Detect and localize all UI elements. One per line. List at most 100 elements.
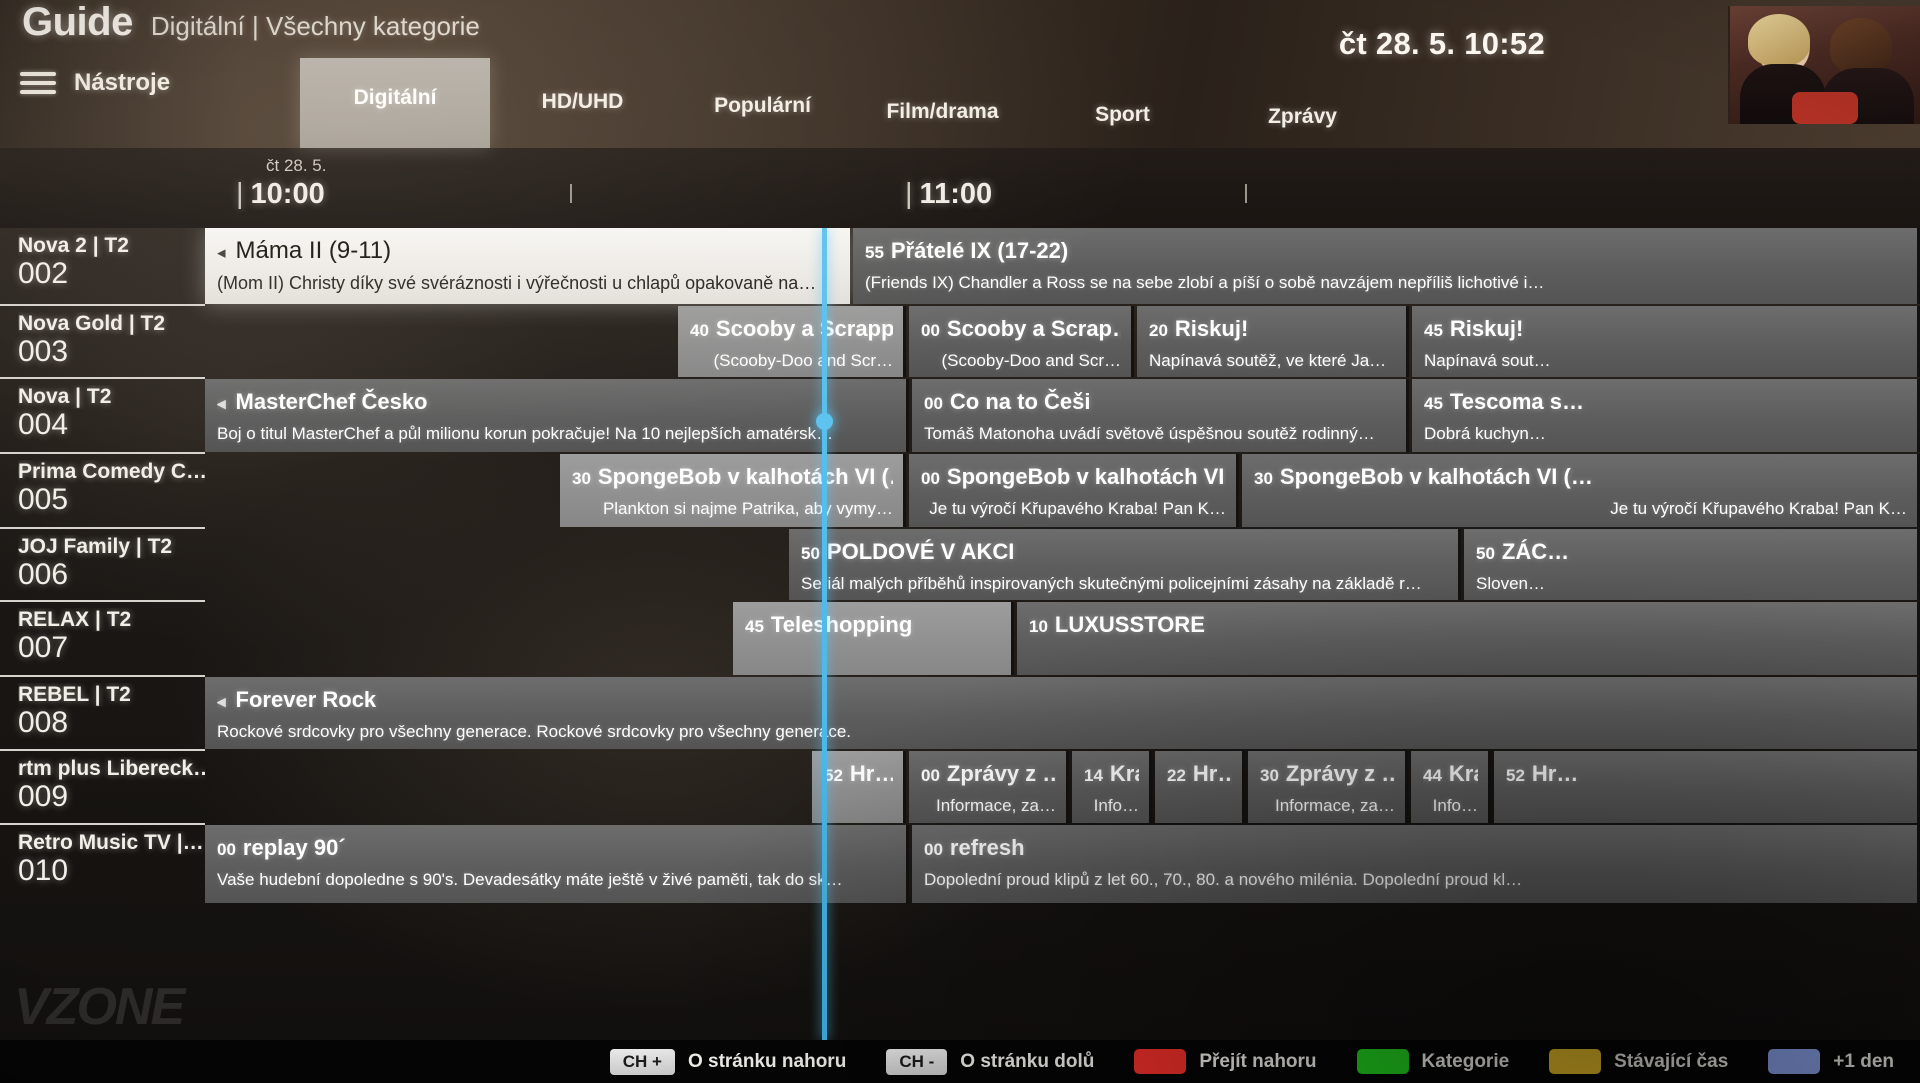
program-description: (Mom II) Christy díky své svéráznosti i … <box>217 273 817 293</box>
program-title-line: 30 Zprávy z … <box>1260 760 1395 789</box>
remote-key-badge: CH - <box>886 1048 948 1075</box>
program-cell[interactable]: ◂ Máma II (9-11) (Mom II) Christy díky své… <box>205 228 850 304</box>
program-cell[interactable]: 00 Co na to Češi Tomáš Matonoha uvádí svět… <box>912 379 1409 452</box>
program-start-minutes: 45 <box>745 617 764 636</box>
footer-action[interactable]: CH - O stránku dolů <box>886 1048 1094 1075</box>
tab-film-drama[interactable]: Film/drama <box>850 58 1035 148</box>
program-grid: ◂ Máma II (9-11) (Mom II) Christy díky své… <box>205 228 1920 1040</box>
program-title-line: 45 Teleshopping <box>745 611 1001 640</box>
current-time-marker-dot <box>816 413 833 430</box>
footer-action[interactable]: Přejít nahoru <box>1134 1049 1317 1074</box>
channel-row[interactable]: Prima Comedy C… 005 <box>0 454 205 529</box>
channel-row[interactable]: RELAX | T2 007 <box>0 602 205 677</box>
tab-popularni[interactable]: Populární <box>675 58 850 148</box>
program-title-line: 00 replay 90´ <box>217 834 896 863</box>
tab-sport[interactable]: Sport <box>1035 58 1210 148</box>
channel-row[interactable]: rtm plus Libereck… 009 <box>0 751 205 825</box>
program-cell[interactable]: 44 Kra… Info… <box>1411 751 1491 823</box>
program-cell[interactable]: 45 Riskuj! Napínavá sout… <box>1412 306 1920 377</box>
footer-action[interactable]: CH + O stránku nahoru <box>609 1048 846 1075</box>
program-cell[interactable]: 45 Tescoma s… Dobrá kuchyn… <box>1412 379 1920 452</box>
footer-action-label: Stávající čas <box>1614 1050 1729 1072</box>
pip-person-left <box>1748 14 1810 66</box>
tab-label: Sport <box>1095 103 1150 126</box>
program-title-line: 20 Riskuj! <box>1149 315 1396 344</box>
program-title-line: ◂ MasterChef Česko <box>217 388 896 417</box>
program-cell[interactable]: 52 Hr… <box>1494 751 1920 823</box>
footer-action[interactable]: Stávající čas <box>1549 1049 1728 1074</box>
tab-hd-uhd[interactable]: HD/UHD <box>490 58 675 148</box>
program-description: Napínavá soutěž, ve které Ja… <box>1149 351 1387 370</box>
program-start-minutes: 00 <box>924 394 943 413</box>
program-cell[interactable]: ◂ MasterChef Česko Boj o titul MasterChef … <box>205 379 909 452</box>
channel-row[interactable]: Nova | T2 004 <box>0 379 205 454</box>
program-cell[interactable]: 00 refresh Dopolední proud klipů z let 60.… <box>912 825 1920 903</box>
tab-digitalni[interactable]: Digitální <box>300 58 490 148</box>
channel-row[interactable]: Retro Music TV |… 010 <box>0 825 205 905</box>
channel-number: 004 <box>18 408 69 441</box>
program-cell[interactable]: 55 Přátelé IX (17-22) (Friends IX) Chandle… <box>853 228 1920 304</box>
tools-button[interactable]: Nástroje <box>20 60 170 106</box>
program-title: Kra… <box>1109 761 1139 786</box>
tab-zpravy[interactable]: Zprávy <box>1210 58 1395 148</box>
program-title-line: 52 Hr… <box>1506 760 1907 789</box>
program-cell[interactable]: 30 Zprávy z … Informace, za… <box>1248 751 1408 823</box>
footer-action[interactable]: Kategorie <box>1356 1049 1509 1074</box>
footer-action[interactable]: +1 den <box>1768 1049 1894 1074</box>
time-slot-label: 11:00 <box>919 178 993 210</box>
program-cell[interactable]: 00 SpongeBob v kalhotách VI (… Je tu výroč… <box>909 454 1239 527</box>
program-title: Hr… <box>1531 761 1579 786</box>
program-cell[interactable]: 40 Scooby a Scrapp… (Scooby-Doo and Scr… <box>678 306 906 377</box>
program-start-minutes: 00 <box>921 321 940 340</box>
program-start-minutes: 30 <box>1254 469 1273 488</box>
program-cell[interactable]: 14 Kra… Info… <box>1072 751 1152 823</box>
program-description: Info… <box>1432 796 1478 815</box>
program-title-line: ◂ Forever Rock <box>217 686 1907 715</box>
program-cell[interactable]: 30 SpongeBob v kalhotách VI (… Plankton si… <box>560 454 906 527</box>
program-cell[interactable]: 20 Riskuj! Napínavá soutěž, ve které Ja… <box>1137 306 1409 377</box>
tab-label: Digitální <box>353 86 437 109</box>
channel-number: 007 <box>18 631 69 664</box>
picture-in-picture-preview[interactable] <box>1728 6 1920 124</box>
continues-left-icon: ◂ <box>217 394 226 413</box>
continues-left-icon: ◂ <box>217 243 226 262</box>
channel-row[interactable]: JOJ Family | T2 006 <box>0 529 205 602</box>
channel-name: rtm plus Libereck… <box>18 757 205 780</box>
program-row: 52Hr… 00Zprávy z …Informace, za…14Kra…Inf… <box>205 751 1920 825</box>
time-tick <box>1245 184 1247 203</box>
channel-number: 003 <box>18 335 69 368</box>
channel-row[interactable]: REBEL | T2 008 <box>0 677 205 751</box>
program-description: Sloven… <box>1476 574 1545 593</box>
category-tabs: Digitální HD/UHD Populární Film/drama Sp… <box>300 58 1395 148</box>
current-time-line <box>822 228 827 1040</box>
program-start-minutes: 00 <box>924 840 943 859</box>
hamburger-menu-icon <box>20 72 56 94</box>
program-title: Co na to Češi <box>949 389 1091 414</box>
program-title-line: 50 ZÁC… <box>1476 538 1907 567</box>
channel-row[interactable]: Nova Gold | T2 003 <box>0 306 205 379</box>
program-cell[interactable]: 00 Scooby a Scrap… (Scooby-Doo and Scr… <box>909 306 1134 377</box>
program-cell[interactable]: 22 Hr… <box>1155 751 1245 823</box>
channel-row[interactable]: Nova 2 | T2 002 <box>0 228 205 306</box>
remote-key-badge: CH + <box>609 1048 675 1075</box>
footer-action-label: +1 den <box>1833 1050 1894 1072</box>
program-description: Je tu výročí Křupavého Kraba! Pan K… <box>929 499 1226 518</box>
program-start-minutes: 44 <box>1423 766 1442 785</box>
program-description: Plankton si najme Patrika, aby vymy… <box>602 499 893 518</box>
program-start-minutes: 45 <box>1424 321 1443 340</box>
program-cell[interactable]: 50 ZÁC… Sloven… <box>1464 529 1920 600</box>
program-cell[interactable]: 10 LUXUSSTORE <box>1017 602 1920 675</box>
program-title-line: 44 Kra… <box>1423 760 1478 789</box>
program-cell[interactable]: 00 replay 90´ Vaše hudební dopoledne s 90'… <box>205 825 909 903</box>
program-description: Rockové srdcovky pro všechny generace. R… <box>217 722 852 741</box>
program-cell[interactable]: 00 Zprávy z … Informace, za… <box>909 751 1069 823</box>
program-cell[interactable]: ◂ Forever Rock Rockové srdcovky pro všechn… <box>205 677 1920 749</box>
program-start-minutes: 45 <box>1424 394 1443 413</box>
epg-grid: Nova 2 | T2 002 Nova Gold | T2 003 Nova | T2… <box>0 228 1920 1040</box>
channel-name: JOJ Family | T2 <box>18 535 173 558</box>
footer-action-label: Přejít nahoru <box>1199 1050 1317 1072</box>
program-cell[interactable]: 30 SpongeBob v kalhotách VI (… Je tu výroč… <box>1242 454 1920 527</box>
program-cell[interactable]: 50 POLDOVÉ V AKCI Seriál malých příběhů in… <box>789 529 1461 600</box>
program-start-minutes: 40 <box>690 321 709 340</box>
program-cell[interactable]: 45 Teleshopping <box>733 602 1014 675</box>
